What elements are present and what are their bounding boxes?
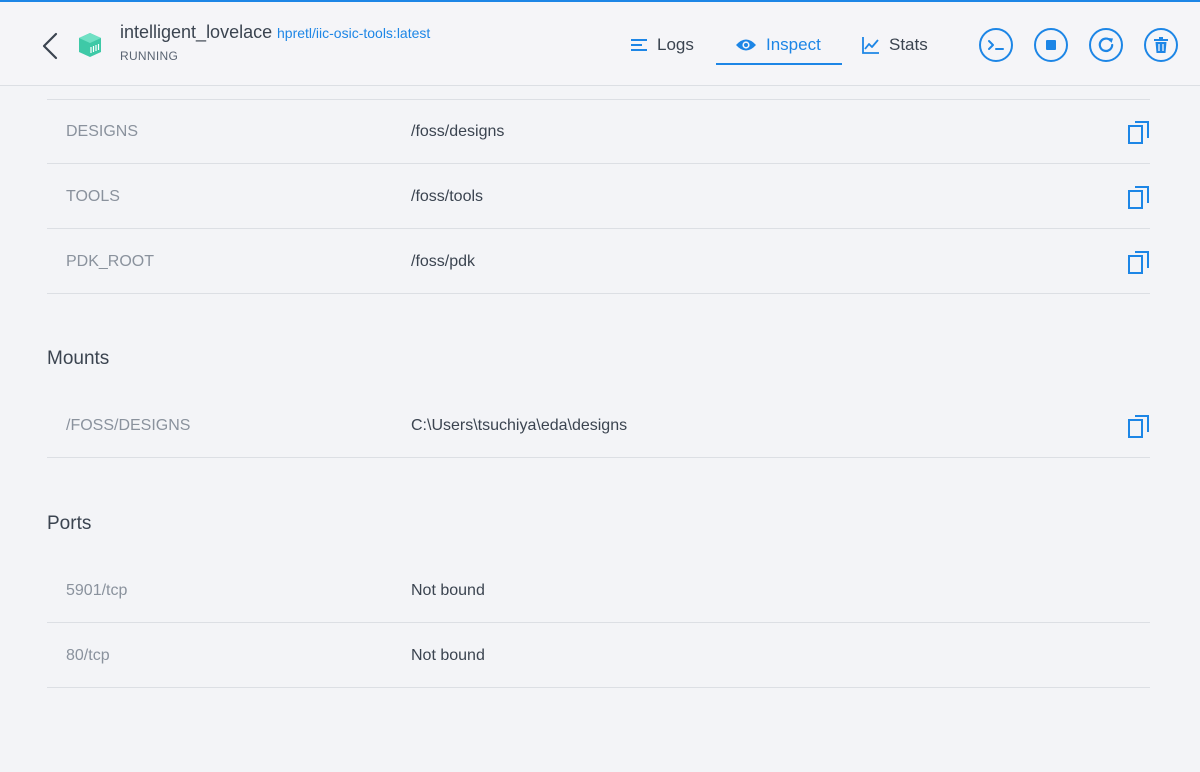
env-row: TOOLS /foss/tools [47, 165, 1150, 229]
container-name: intelligent_lovelace [120, 22, 273, 42]
stop-icon [1046, 40, 1056, 50]
container-image-link[interactable]: hpretl/iic-osic-tools:latest [277, 25, 430, 41]
active-tab-indicator [716, 63, 842, 65]
list-icon [631, 39, 647, 51]
chevron-left-icon [42, 32, 58, 60]
env-value: /foss/designs [411, 123, 505, 140]
env-key: DESIGNS [66, 123, 139, 140]
container-icon [79, 33, 101, 57]
env-value: /foss/pdk [411, 253, 476, 270]
port-value: Not bound [411, 647, 485, 664]
env-value: /foss/tools [411, 188, 484, 205]
terminal-icon [988, 40, 1004, 50]
env-row: PDK_ROOT /foss/pdk [47, 230, 1150, 294]
tab-logs[interactable]: Logs [630, 26, 694, 64]
port-row: 5901/tcp Not bound [47, 559, 1150, 623]
port-value: Not bound [411, 582, 485, 599]
container-status: RUNNING [120, 49, 179, 63]
back-button[interactable] [38, 30, 62, 62]
terminal-button[interactable] [979, 28, 1013, 62]
delete-button[interactable] [1144, 28, 1178, 62]
restart-button[interactable] [1089, 28, 1123, 62]
port-key: 5901/tcp [66, 582, 128, 599]
chart-icon [862, 37, 879, 54]
eye-icon [736, 39, 756, 51]
mount-value: C:\Users\tsuchiya\eda\designs [411, 417, 628, 434]
stop-button[interactable] [1034, 28, 1068, 62]
container-header: intelligent_lovelace hpretl/iic-osic-too… [0, 2, 1200, 86]
mount-key: /FOSS/DESIGNS [66, 417, 191, 434]
mount-row: /FOSS/DESIGNS C:\Users\tsuchiya\eda\desi… [47, 394, 1150, 458]
copy-icon[interactable] [1128, 250, 1150, 274]
mounts-heading: Mounts [47, 348, 110, 369]
tab-inspect[interactable]: Inspect [735, 26, 821, 64]
copy-icon[interactable] [1128, 120, 1150, 144]
env-key: TOOLS [66, 188, 120, 205]
copy-icon[interactable] [1128, 185, 1150, 209]
tab-stats-label: Stats [889, 35, 928, 54]
tab-logs-label: Logs [657, 35, 694, 54]
delete-icon [1154, 37, 1168, 53]
env-row: DESIGNS /foss/designs [47, 100, 1150, 164]
tab-stats[interactable]: Stats [862, 26, 928, 64]
tab-inspect-label: Inspect [766, 35, 821, 54]
env-key: PDK_ROOT [66, 253, 155, 270]
port-key: 80/tcp [66, 647, 110, 664]
restart-icon [1098, 37, 1114, 53]
ports-heading: Ports [47, 513, 92, 534]
copy-icon[interactable] [1128, 414, 1150, 438]
port-row: 80/tcp Not bound [47, 624, 1150, 688]
